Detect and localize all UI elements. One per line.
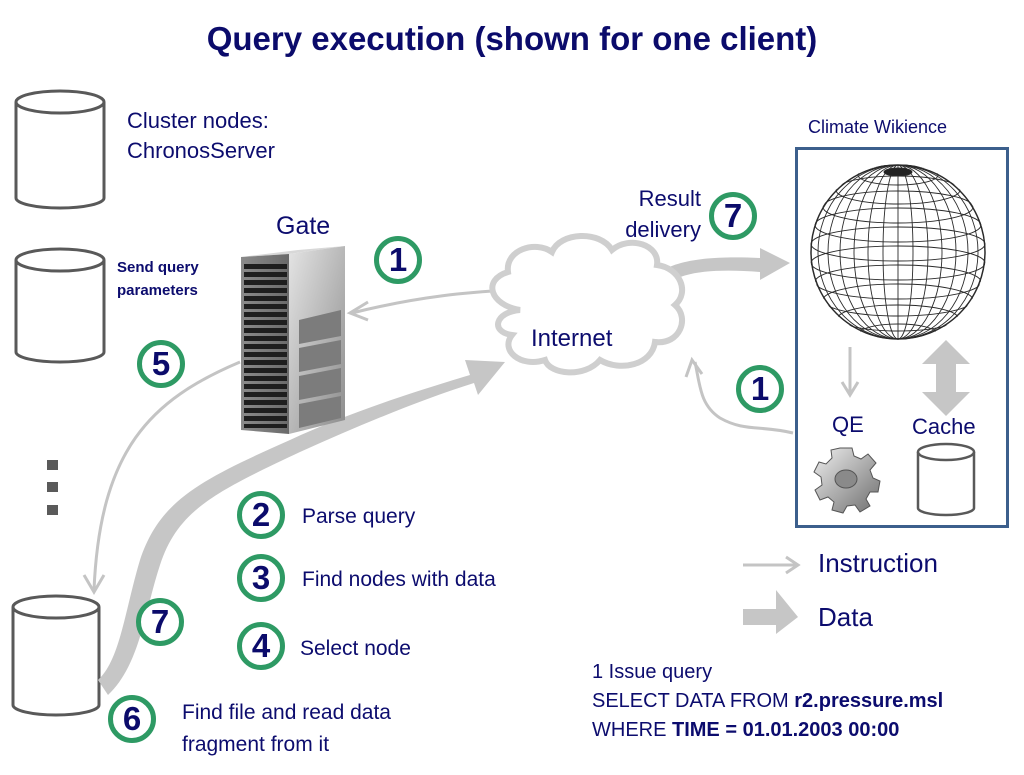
- climate-wikience-title: Climate Wikience: [808, 117, 948, 137]
- query-line3-prefix: WHERE: [592, 719, 672, 741]
- internet-label: Internet: [531, 325, 613, 352]
- query-line2-prefix: SELECT DATA FROM: [592, 690, 795, 712]
- query-line1: 1 Issue query: [592, 661, 713, 683]
- result-delivery-label: Result delivery: [615, 183, 701, 245]
- step-badge-2: 2: [237, 491, 285, 539]
- query-line3: WHERE TIME = 01.01.2003 00:00: [592, 716, 943, 745]
- step-badge-4: 4: [237, 622, 285, 670]
- step-badge-7-result: 7: [709, 192, 757, 240]
- step-6-label: Find file and read data fragment from it: [182, 697, 391, 761]
- step-6-line1: Find file and read data: [182, 701, 391, 724]
- gate-server: [241, 246, 345, 434]
- query-block: 1 Issue query SELECT DATA FROM r2.pressu…: [592, 658, 943, 745]
- step-badge-6: 6: [108, 695, 156, 743]
- step-badge-3: 3: [237, 554, 285, 602]
- cluster-node-cylinder: [14, 89, 106, 210]
- climate-wikience-box: [795, 147, 1009, 528]
- cluster-node-cylinder: [14, 247, 106, 364]
- step-6-line2: fragment from it: [182, 733, 330, 756]
- result-delivery-line2: delivery: [625, 217, 701, 242]
- cluster-nodes-label: Cluster nodes: ChronosServer: [127, 106, 275, 166]
- step-2-label: Parse query: [302, 505, 416, 528]
- more-nodes-ellipsis: [47, 460, 58, 515]
- qe-label: QE: [832, 412, 864, 437]
- instruction-arrow-gate: [346, 288, 513, 322]
- step-4-label: Select node: [300, 637, 411, 660]
- query-time-condition: TIME = 01.01.2003 00:00: [672, 719, 900, 741]
- cluster-node-cylinder: [11, 594, 101, 717]
- cluster-nodes-line2: ChronosServer: [127, 138, 275, 163]
- query-line2: SELECT DATA FROM r2.pressure.msl: [592, 687, 943, 716]
- gate-label: Gate: [276, 212, 331, 240]
- send-query-label: Send query parameters: [117, 256, 199, 302]
- step-badge-7-node: 7: [136, 598, 184, 646]
- send-query-line1: Send query: [117, 259, 199, 276]
- legend-instruction-arrow: [743, 555, 801, 575]
- send-query-line2: parameters: [117, 282, 198, 299]
- legend-data-arrow: [743, 590, 798, 634]
- query-table-name: r2.pressure.msl: [794, 690, 944, 712]
- cache-label: Cache: [912, 414, 976, 439]
- legend-data-label: Data: [818, 602, 873, 632]
- step-badge-1-gate: 1: [374, 236, 422, 284]
- result-delivery-line1: Result: [638, 186, 701, 211]
- cluster-nodes-line1: Cluster nodes:: [127, 108, 269, 133]
- legend-instruction-label: Instruction: [818, 548, 938, 578]
- step-badge-1-qe: 1: [736, 365, 784, 413]
- step-badge-5: 5: [137, 340, 185, 388]
- step-3-label: Find nodes with data: [302, 568, 496, 591]
